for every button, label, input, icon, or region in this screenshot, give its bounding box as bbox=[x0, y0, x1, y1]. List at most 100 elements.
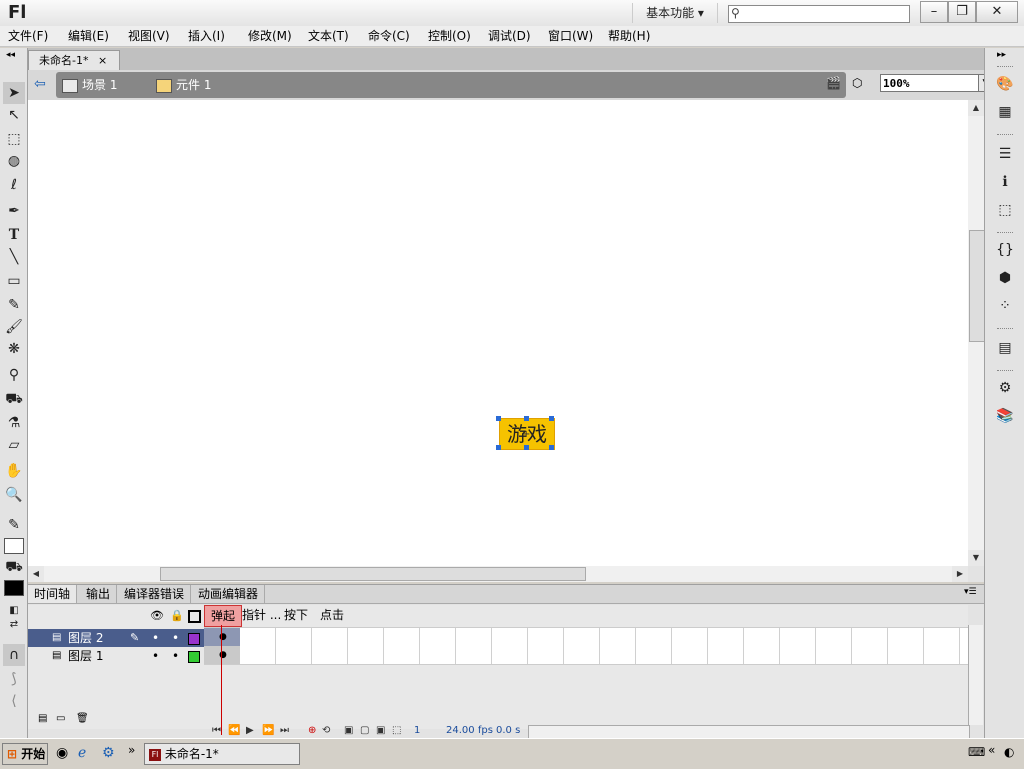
line-tool-icon[interactable]: ╲ bbox=[3, 246, 25, 268]
tray-chevron-icon[interactable]: « bbox=[988, 743, 995, 757]
swatches-panel-icon[interactable]: ▦ bbox=[995, 102, 1015, 122]
menu-help[interactable]: 帮助(H) bbox=[606, 26, 652, 46]
delete-layer-icon[interactable]: 🗑 bbox=[76, 713, 89, 724]
selection-handle[interactable] bbox=[496, 416, 501, 421]
layer-name[interactable]: 图层 1 bbox=[68, 647, 103, 665]
fill-color-swatch[interactable] bbox=[4, 580, 24, 596]
start-button[interactable]: ⊞ 开始 bbox=[2, 743, 48, 765]
properties-panel-icon[interactable]: ⚙ bbox=[995, 378, 1015, 398]
zoom-tool-icon[interactable]: 🔍 bbox=[3, 484, 25, 506]
menu-commands[interactable]: 命令(C) bbox=[366, 26, 412, 46]
menu-control[interactable]: 控制(O) bbox=[426, 26, 473, 46]
motion-presets-icon[interactable]: ⁘ bbox=[995, 296, 1015, 316]
scroll-right-icon[interactable]: ▶ bbox=[952, 566, 968, 582]
layer-row[interactable]: ▤ 图层 2 ✎ • • bbox=[28, 629, 204, 647]
current-frame[interactable]: 1 bbox=[414, 723, 420, 739]
straighten-icon[interactable]: ⟨ bbox=[3, 690, 25, 712]
components-panel-icon[interactable]: ⬢ bbox=[995, 268, 1015, 288]
frame-grid[interactable]: ● ● bbox=[204, 627, 968, 665]
edit-symbols-icon[interactable]: ⬡ bbox=[852, 76, 870, 92]
selection-handle[interactable] bbox=[524, 445, 529, 450]
stage[interactable]: 游戏 + bbox=[28, 100, 968, 566]
code-snippets-icon[interactable]: {} bbox=[995, 240, 1015, 260]
breadcrumb-scene[interactable]: 场景 1 bbox=[62, 72, 117, 98]
panel-grip[interactable] bbox=[997, 328, 1013, 331]
eye-icon[interactable]: 👁 bbox=[150, 609, 164, 622]
eraser-tool-icon[interactable]: ▱ bbox=[3, 434, 25, 456]
frame-label-hit[interactable]: 点击 bbox=[320, 605, 344, 625]
minimize-button[interactable]: – bbox=[920, 1, 948, 23]
frame-label-down[interactable]: 按下 bbox=[284, 605, 308, 625]
restore-button[interactable]: ❐ bbox=[948, 1, 976, 23]
last-frame-icon[interactable]: ⏭ bbox=[280, 723, 289, 739]
selection-handle[interactable] bbox=[496, 445, 501, 450]
color-panel-icon[interactable]: 🎨 bbox=[995, 74, 1015, 94]
tray-icon[interactable]: ◐ bbox=[1004, 745, 1014, 759]
frame-label-over[interactable]: 指针 ... bbox=[242, 605, 281, 625]
playhead[interactable] bbox=[221, 625, 222, 735]
taskbar-window-item[interactable]: Fl 未命名-1* bbox=[144, 743, 300, 765]
zoom-field[interactable]: 100% bbox=[880, 74, 980, 92]
align-panel-icon[interactable]: ☰ bbox=[995, 144, 1015, 164]
lock-icon[interactable]: 🔒 bbox=[170, 609, 184, 622]
fill-color-icon[interactable]: ⛟ bbox=[3, 556, 25, 578]
library-panel-icon[interactable]: 📚 bbox=[995, 406, 1015, 426]
onion-outline-icon[interactable]: ▢ bbox=[360, 723, 369, 739]
3d-rotation-tool-icon[interactable]: ◍ bbox=[3, 150, 25, 172]
new-folder-icon[interactable]: ▭ bbox=[56, 713, 65, 724]
vertical-scrollbar[interactable]: ▲ ▼ bbox=[968, 100, 985, 566]
menu-window[interactable]: 窗口(W) bbox=[546, 26, 595, 46]
layer-color-swatch[interactable] bbox=[188, 651, 200, 663]
panel-grip[interactable] bbox=[997, 232, 1013, 235]
horizontal-scrollbar[interactable]: ◀ ▶ bbox=[28, 566, 968, 582]
chrome-icon[interactable]: ◉ bbox=[56, 745, 68, 761]
menu-modify[interactable]: 修改(M) bbox=[246, 26, 294, 46]
step-forward-icon[interactable]: ⏩ bbox=[262, 723, 274, 739]
paint-bucket-tool-icon[interactable]: ⛟ bbox=[3, 388, 25, 410]
selection-handle[interactable] bbox=[524, 416, 529, 421]
eyedropper-tool-icon[interactable]: ⚗ bbox=[3, 412, 25, 434]
vertical-scroll-thumb[interactable] bbox=[969, 230, 985, 342]
selection-tool-icon[interactable]: ➤ bbox=[3, 82, 25, 104]
menu-text[interactable]: 文本(T) bbox=[306, 26, 351, 46]
stroke-color-swatch[interactable] bbox=[4, 538, 24, 554]
frame-label-up[interactable]: 弹起 bbox=[204, 605, 242, 627]
lasso-tool-icon[interactable]: ℓ bbox=[3, 174, 25, 196]
workspace-switcher[interactable]: 基本功能 ▾ bbox=[632, 3, 718, 23]
stroke-color-icon[interactable]: ✎ bbox=[3, 514, 25, 536]
selection-handle[interactable] bbox=[549, 445, 554, 450]
layer-color-swatch[interactable] bbox=[188, 633, 200, 645]
lock-dot[interactable]: • bbox=[172, 647, 179, 665]
play-icon[interactable]: ▶ bbox=[246, 723, 254, 739]
menu-file[interactable]: 文件(F) bbox=[6, 26, 50, 46]
app-quicklaunch-icon[interactable]: ⚙ bbox=[102, 745, 115, 761]
free-transform-tool-icon[interactable]: ⬚ bbox=[3, 128, 25, 150]
back-arrow-icon[interactable]: ⇦ bbox=[34, 76, 50, 92]
subselection-tool-icon[interactable]: ↖ bbox=[3, 104, 25, 126]
frame-area[interactable]: 弹起 指针 ... 按下 点击 ● ● bbox=[204, 605, 968, 735]
pen-tool-icon[interactable]: ✒ bbox=[3, 200, 25, 222]
onion-skin-icon[interactable]: ▣ bbox=[344, 723, 353, 739]
loop-icon[interactable]: ⟲ bbox=[322, 723, 330, 739]
panel-menu-icon[interactable]: ▾☰ bbox=[964, 587, 977, 597]
collapse-tools-icon[interactable]: ◂◂ bbox=[6, 50, 15, 60]
frame-rate[interactable]: 24.00 fps bbox=[446, 723, 493, 739]
first-frame-icon[interactable]: ⏮ bbox=[212, 723, 221, 739]
menu-debug[interactable]: 调试(D) bbox=[486, 26, 533, 46]
edit-multiple-frames-icon[interactable]: ▣ bbox=[376, 723, 385, 739]
visibility-dot[interactable]: • bbox=[152, 647, 159, 665]
menu-view[interactable]: 视图(V) bbox=[126, 26, 172, 46]
edit-scene-icon[interactable]: 🎬 bbox=[826, 76, 844, 92]
bone-tool-icon[interactable]: ⚲ bbox=[3, 364, 25, 386]
step-back-icon[interactable]: ⏪ bbox=[228, 723, 240, 739]
rectangle-tool-icon[interactable]: ▭ bbox=[3, 270, 25, 292]
smooth-icon[interactable]: ⟆ bbox=[3, 668, 25, 690]
pencil-tool-icon[interactable]: ✎ bbox=[3, 294, 25, 316]
scroll-down-icon[interactable]: ▼ bbox=[968, 550, 984, 566]
panel-grip[interactable] bbox=[997, 66, 1013, 69]
swap-colors-icon[interactable]: ⇄ bbox=[3, 614, 25, 636]
hand-tool-icon[interactable]: ✋ bbox=[3, 460, 25, 482]
breadcrumb-symbol[interactable]: 元件 1 bbox=[156, 72, 211, 98]
panel-grip[interactable] bbox=[997, 370, 1013, 373]
keyboard-icon[interactable]: ⌨ bbox=[968, 745, 985, 759]
